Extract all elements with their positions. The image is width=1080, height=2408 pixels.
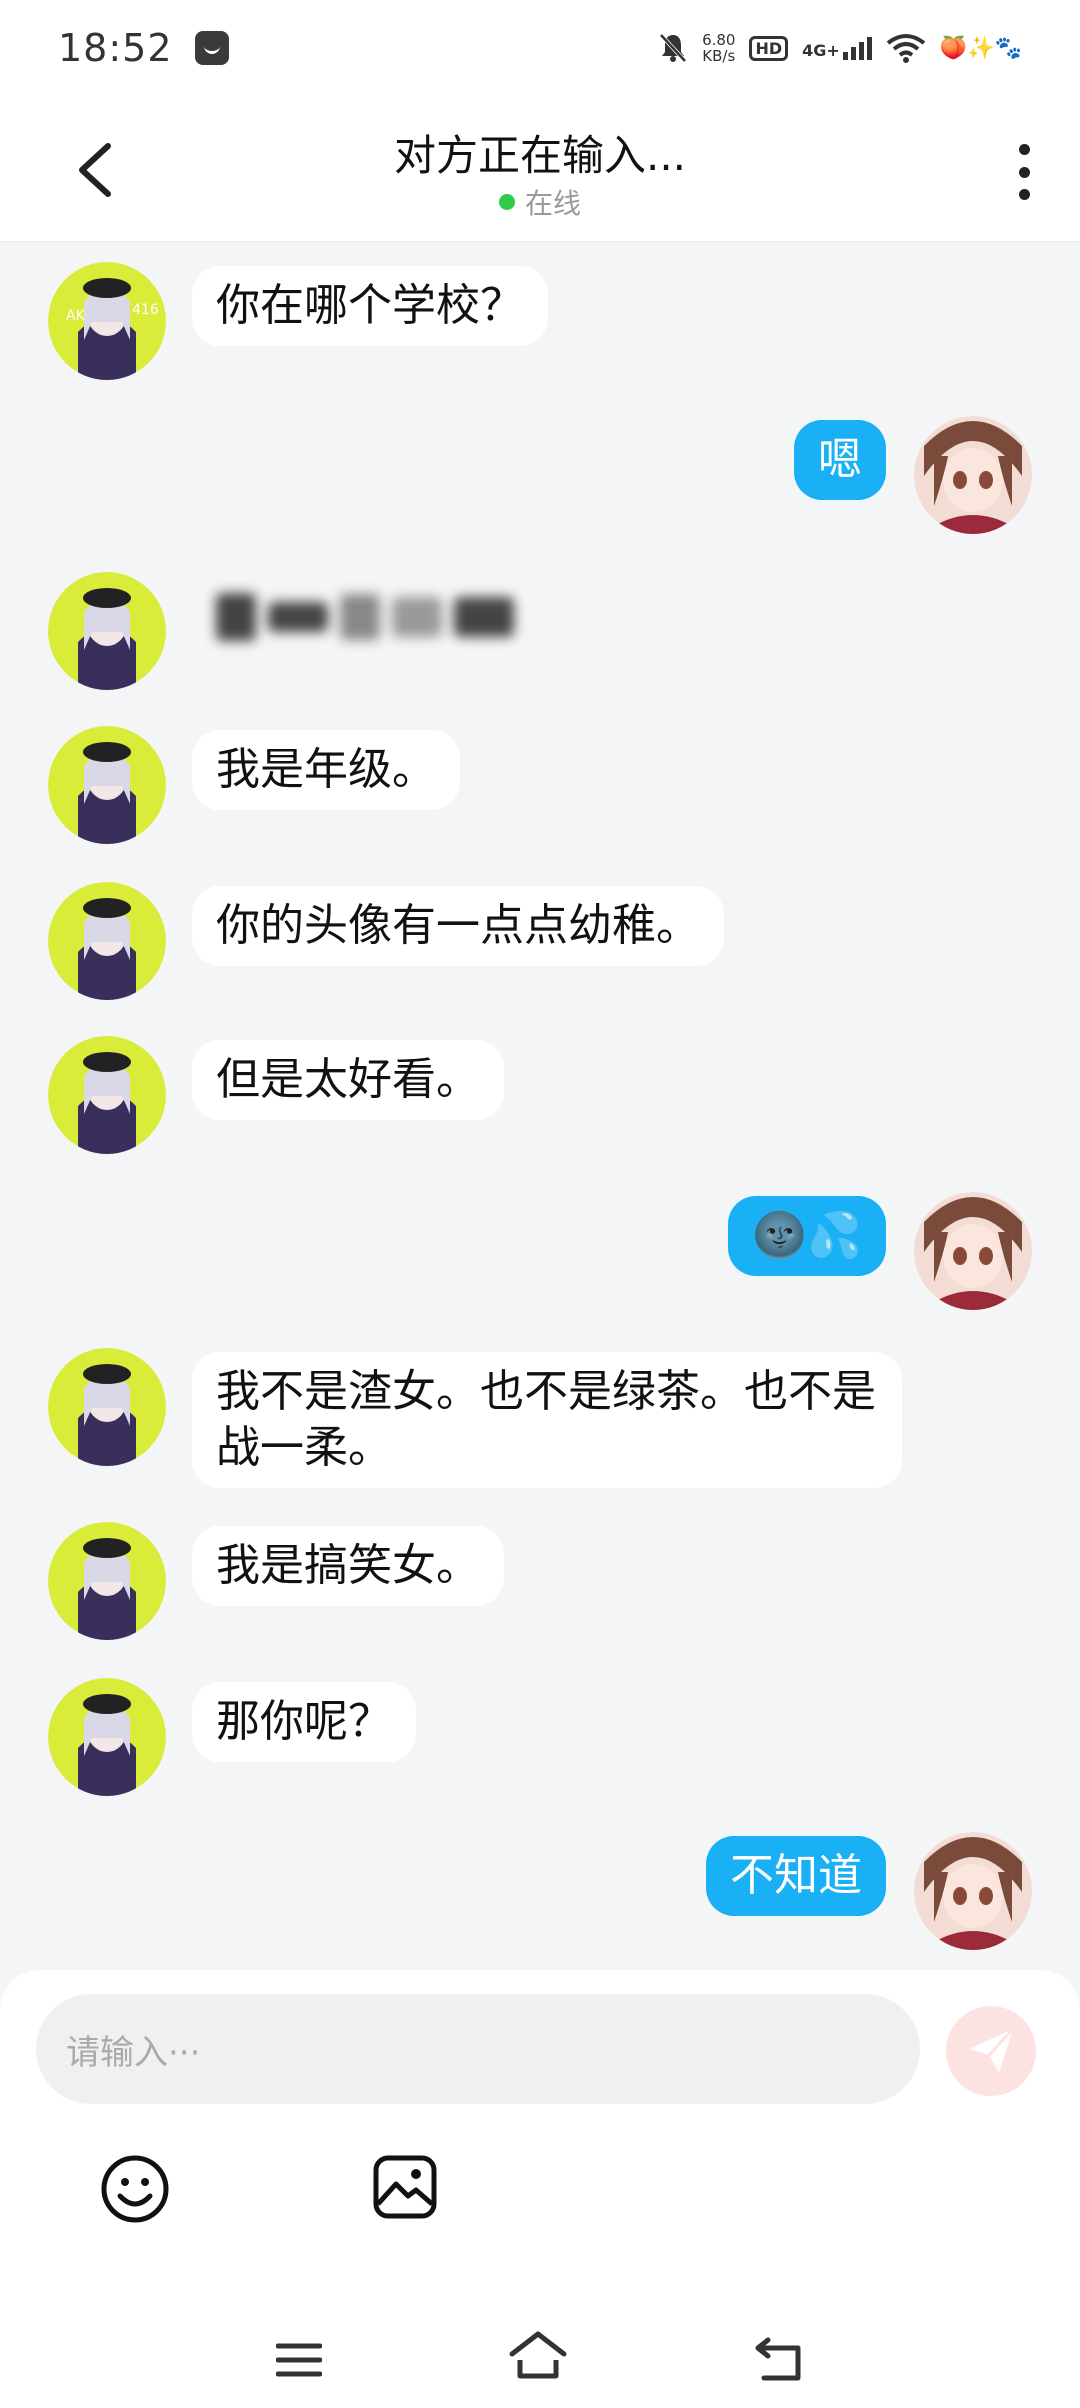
user-avatar[interactable] <box>914 1832 1032 1950</box>
online-status: 在线 <box>0 182 1080 222</box>
status-time: 18:52 <box>58 26 173 70</box>
battery-decoration-icon: 🍑✨🐾 <box>939 35 1022 61</box>
network-speed-value: 6.80 <box>702 31 736 49</box>
message-bubble-outgoing[interactable]: 不知道 <box>706 1836 886 1916</box>
message-bubble-incoming[interactable]: 你的头像有一点点幼稚。 <box>192 886 724 966</box>
status-indicators: 6.80 KB/s HD 4G+ 🍑✨🐾 <box>658 32 1022 64</box>
message-input[interactable]: 请输入··· <box>36 1994 920 2104</box>
more-options-button[interactable] <box>1012 144 1036 200</box>
home-button[interactable] <box>508 2330 568 2380</box>
message-bubble-incoming[interactable]: 那你呢？ <box>192 1682 416 1762</box>
dot-icon <box>1018 166 1030 178</box>
hd-badge: HD <box>749 35 789 61</box>
cellular-signal-icon: 4G+ <box>802 36 872 60</box>
image-picker-button[interactable] <box>372 2154 438 2220</box>
system-nav-bar <box>0 2300 1080 2408</box>
send-button[interactable] <box>946 2006 1036 2096</box>
redacted-message <box>186 582 566 652</box>
message-bubble-incoming[interactable]: 我不是渣女。也不是绿茶。也不是战一柔。 <box>192 1352 902 1488</box>
contact-avatar[interactable] <box>48 1522 166 1640</box>
message-bubble-outgoing[interactable]: 🌚💦 <box>728 1196 886 1276</box>
network-speed-unit: KB/s <box>702 47 736 65</box>
dot-icon <box>1018 189 1030 200</box>
message-bubble-outgoing[interactable]: 嗯 <box>794 420 886 500</box>
user-avatar[interactable] <box>914 416 1032 534</box>
send-icon <box>969 2027 1015 2073</box>
message-bubble-incoming[interactable]: 我是搞笑女。 <box>192 1526 504 1606</box>
input-placeholder: 请输入··· <box>66 2032 201 2073</box>
dot-icon <box>1018 144 1030 155</box>
emoji-button[interactable] <box>100 2154 170 2224</box>
network-speed: 6.80 KB/s <box>702 32 735 64</box>
online-status-text: 在线 <box>524 187 581 220</box>
user-avatar[interactable] <box>914 1192 1032 1310</box>
signal-label: 4G+ <box>802 40 840 60</box>
wifi-icon <box>886 34 926 63</box>
chat-title: 对方正在输入... <box>393 131 687 180</box>
system-back-button[interactable] <box>754 2336 804 2382</box>
status-bar: 18:52 6.80 KB/s HD 4G+ 🍑✨🐾 <box>0 0 1080 96</box>
chat-screen: 18:52 6.80 KB/s HD 4G+ 🍑✨🐾 对方正在输入... 在线 … <box>0 0 1080 2408</box>
online-dot-icon <box>498 194 515 210</box>
chat-header: 对方正在输入... 在线 <box>0 96 1080 242</box>
app-notification-icon <box>194 31 229 65</box>
contact-avatar[interactable] <box>48 1678 166 1796</box>
svg-text:416: 416 <box>132 302 159 318</box>
svg-text:AK: AK <box>66 308 86 324</box>
message-bubble-incoming[interactable]: 但是太好看。 <box>192 1040 504 1120</box>
contact-avatar[interactable]: AK 416 <box>48 262 166 380</box>
recent-apps-button[interactable] <box>276 2340 322 2380</box>
message-bubble-incoming[interactable]: 你在哪个学校？ <box>192 266 548 346</box>
contact-avatar[interactable] <box>48 882 166 1000</box>
contact-avatar[interactable] <box>48 1036 166 1154</box>
message-bubble-incoming[interactable]: 我是年级。 <box>192 730 460 810</box>
mute-bell-icon <box>659 33 687 63</box>
contact-avatar[interactable] <box>48 726 166 844</box>
contact-avatar[interactable] <box>48 1348 166 1466</box>
contact-avatar[interactable] <box>48 572 166 690</box>
